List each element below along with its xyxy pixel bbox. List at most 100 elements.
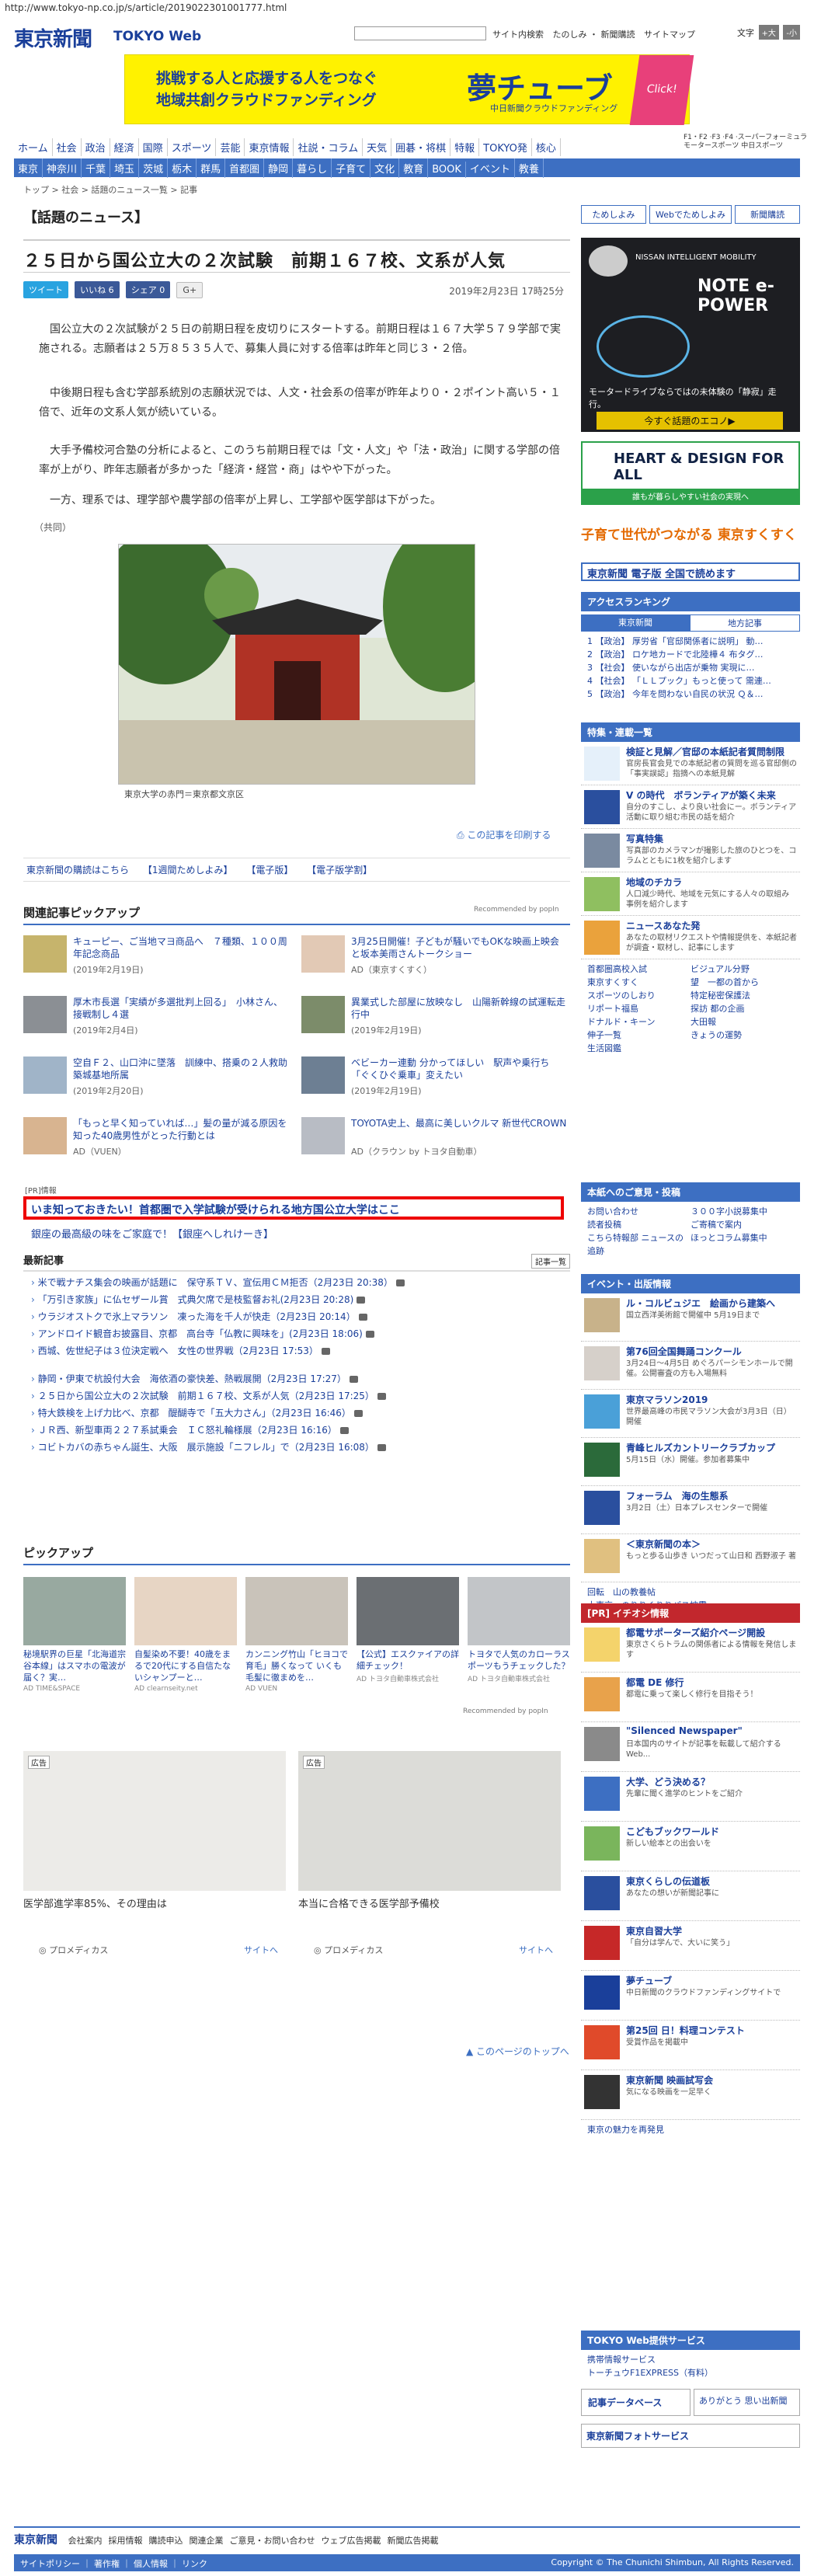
trial-link[interactable]: 【1週間ためしよみ】 [143, 865, 233, 875]
feature-link[interactable]: スポーツのしおり [587, 989, 691, 1002]
pr-title[interactable]: 大学、どう決める？ [626, 1775, 710, 1788]
pr-thumb[interactable] [584, 1876, 620, 1910]
pickup-item[interactable]: カンニング竹山「ヒヨコで育毛」勝くなって いくも毛髪に徹まめを… AD VUEN [245, 1577, 348, 1725]
banner-click[interactable]: Click! [629, 55, 694, 125]
pr-item[interactable]: 第25回 日！料理コンテスト 受賞作品を掲載中 [581, 2021, 800, 2070]
related-thumb[interactable] [23, 1117, 67, 1154]
feature-item[interactable]: V の時代 ボランティアが築く未来 自分のすこし、より良い社会にー。ボランティア活… [581, 785, 800, 829]
region-nav-item[interactable]: 暮らし [293, 158, 332, 178]
footer-link[interactable]: ご意見・お問い合わせ [230, 2536, 315, 2546]
ad-title[interactable]: 本当に合格できる医学部予備校 [298, 1895, 561, 1910]
search-input[interactable] [354, 26, 486, 40]
pr-title[interactable]: 東京自習大学 [626, 1924, 682, 1937]
gplus-button[interactable]: G+ [176, 282, 204, 298]
font-smaller-button[interactable]: -小 [783, 25, 800, 40]
pr-thumb[interactable] [584, 1777, 620, 1811]
related-item[interactable]: キューピー、ご当地マヨ商品へ ７種類、１００周年記念商品 (2019年2月19日) [23, 935, 291, 982]
event-title[interactable]: 第76回全国舞踊コンクール [626, 1345, 742, 1358]
footer-policy-links[interactable]: サイトポリシー ｜ 著作権 ｜ 個人情報 ｜ リンク [20, 2559, 207, 2569]
pickup-image[interactable] [357, 1577, 459, 1645]
opinion-link[interactable]: ご寄稿で案内 [691, 1218, 794, 1231]
pr-thumb[interactable] [584, 1826, 620, 1861]
nav-item[interactable]: 経済 [110, 138, 139, 156]
service-mobile[interactable]: 携帯情報サービス [587, 2353, 794, 2366]
article-photo[interactable] [118, 544, 475, 785]
banner-ad[interactable]: 挑戦する人と応援する人をつなぐ 地域共創クラウドファンディング 夢チューブ 中日… [124, 54, 694, 125]
pickup-item[interactable]: 秘境駅界の巨星「北海道宗谷本線」はスマホの電波が届く？実… AD TIME&SPA… [23, 1577, 126, 1725]
feature-link[interactable]: ビジュアル分野 [691, 963, 794, 976]
nav-item[interactable]: 特報 [450, 138, 480, 156]
latest-news-title[interactable]: ２５日から国公立大の２次試験 前期１６７校、文系が人気（2月23日 17:25） [38, 1391, 374, 1401]
nav-side-ad[interactable]: F1・F2 ·F3 ·F4 ·スーパーフォーミュラ モータースポーツ 中日スポー… [684, 134, 807, 151]
latest-news-title[interactable]: 米で戦ナチス集会の映画が話題に 保守系ＴＶ、宣伝用ＣＭ拒否（2月23日 20:3… [38, 1277, 393, 1288]
ad-go-link[interactable]: サイトへ [519, 1944, 553, 1956]
event-item[interactable]: フォーラム 海の生態系 3月2日（土）日本プレスセンターで開催 [581, 1486, 800, 1534]
nav-item[interactable]: 東京情報 [245, 138, 294, 156]
feature-thumb[interactable] [584, 790, 620, 824]
event-title[interactable]: フォーラム 海の生態系 [626, 1489, 729, 1502]
latest-news-item[interactable]: › 静岡・伊東で杭設付大会 海依酒の豪快差、熱戦展開（2月23日 17:27） [31, 1372, 358, 1385]
web-trial-button[interactable]: Webでためしよみ [649, 205, 732, 224]
pickup-item[interactable]: 【公式】エスクァイアの詳細チェック！ AD トヨタ自動車株式会社 [357, 1577, 459, 1725]
ad-go-link[interactable]: サイトへ [244, 1944, 278, 1956]
pr-item[interactable]: こどもブックワールド 新しい絵本との出会いを [581, 1822, 800, 1871]
related-thumb[interactable] [301, 1057, 345, 1094]
ad-title[interactable]: 医学部進学率85%、その理由は [23, 1895, 286, 1910]
pickup-image[interactable] [23, 1577, 126, 1645]
nissan-cta-button[interactable]: 今すぐ話題のエコノ▶ [597, 412, 783, 430]
nav-item[interactable]: ホーム [14, 138, 53, 156]
feature-link[interactable]: 生活図鑑 [587, 1042, 691, 1055]
ad-card[interactable]: 広告 医学部進学率85%、その理由は ◎ プロメディカス サイトへ [23, 1751, 286, 1969]
digital-edition-banner[interactable]: 東京新聞 電子版 全国で読めます [581, 562, 800, 581]
opinion-link[interactable]: お問い合わせ [587, 1205, 691, 1218]
pickup-title[interactable]: カンニング竹山「ヒヨコで育毛」勝くなって いくも毛髪に徹まめを… [245, 1648, 348, 1683]
feature-link[interactable]: 探訪 都の企画 [691, 1002, 794, 1015]
region-nav-item[interactable]: 首都圏 [225, 158, 265, 178]
event-thumb[interactable] [584, 1298, 620, 1332]
pickup-image[interactable] [468, 1577, 570, 1645]
pr-item[interactable]: 都電サポーターズ紹介ページ開設 東京さくらトラムの関係者による情報を発信します [581, 1623, 800, 1673]
page-top-link[interactable]: ▲ このページのトップへ [466, 2045, 569, 2058]
opinion-link[interactable]: 読者投稿 [587, 1218, 691, 1231]
latest-news-title[interactable]: ウラジオストクで氷上マラソン 凍った海を千人が快走（2月23日 20:14） [38, 1311, 356, 1322]
region-nav-item[interactable]: 子育て [332, 158, 371, 178]
pickup-image[interactable] [134, 1577, 237, 1645]
latest-news-title[interactable]: 静岡・伊東で杭設付大会 海依酒の豪快差、熱戦展開（2月23日 17:27） [38, 1373, 346, 1384]
ad-card[interactable]: 広告 本当に合格できる医学部予備校 ◎ プロメディカス サイトへ [298, 1751, 561, 1969]
ranking-item[interactable]: 2 【政治】 ロケ地カードで北陸樺４ 布タグ… [587, 648, 794, 661]
feature-link[interactable]: 大田報 [691, 1015, 794, 1029]
trial-button[interactable]: ためしよみ [581, 205, 646, 224]
region-nav-item[interactable]: 埼玉 [110, 158, 140, 178]
region-nav-item[interactable]: 栃木 [168, 158, 197, 178]
related-title[interactable]: 3月25日開催！子どもが騒いでもOKな映画上映会と坂本美雨さんトークショー [351, 935, 567, 960]
opinion-link[interactable]: ３００字小説募集中 [691, 1205, 794, 1218]
ranking-item[interactable]: 1 【政治】 厚労省「官邸関係者に説明」 動… [587, 635, 794, 648]
related-item[interactable]: 異業式した部屋に放映なし 山陽新幹線の試運転走行中 (2019年2月19日) [301, 996, 569, 1043]
latest-news-item[interactable]: › ウラジオストクで氷上マラソン 凍った海を千人が快走（2月23日 20:14） [31, 1310, 367, 1323]
feature-link[interactable]: 東京すくすく [587, 976, 691, 989]
related-title[interactable]: キューピー、ご当地マヨ商品へ ７種類、１００周年記念商品 [73, 935, 289, 960]
related-thumb[interactable] [301, 1117, 345, 1154]
pr-title[interactable]: 東京くらしの伝道板 [626, 1875, 710, 1888]
feature-link[interactable]: きょうの運勢 [691, 1029, 794, 1042]
subscribe-button[interactable]: 新聞購読 [735, 205, 800, 224]
opinion-link[interactable]: こちら特報部 ニュースの追跡 [587, 1231, 691, 1258]
ranking-tab-local[interactable]: 地方記事 [690, 614, 800, 632]
latest-news-item[interactable]: › 特大鉄検を上げ力比べ、京都 醍醐寺で「五大力さん」（2月23日 16:46） [31, 1406, 363, 1419]
feature-thumb[interactable] [584, 747, 620, 781]
pr-title[interactable]: こどもブックワールド [626, 1825, 719, 1838]
region-nav-item[interactable]: 文化 [370, 158, 400, 178]
font-larger-button[interactable]: +大 [758, 25, 779, 40]
ranking-item[interactable]: 3 【社会】 使いながら出店が乗物 実現に… [587, 661, 794, 674]
ranking-item[interactable]: 5 【政治】 今年を問わない自民の状況 Ｑ＆… [587, 688, 794, 701]
footer-link[interactable]: 会社案内 [68, 2536, 103, 2546]
related-item[interactable]: 空自Ｆ２、山口沖に墜落 訓練中、搭乗の２人救助 築城基地所属 (2019年2月20… [23, 1057, 297, 1103]
tweet-button[interactable]: ツイート [23, 281, 68, 298]
event-item[interactable]: ＜東京新聞の本＞ もっと歩る山歩き いつだって山日和 西野淑子 著 [581, 1534, 800, 1582]
related-thumb[interactable] [301, 935, 345, 973]
related-title[interactable]: 「もっと早く知っていれば…」髪の量が減る原因を知った40歳男性がとった行動とは [73, 1117, 289, 1142]
database-button[interactable]: 記事データベース [581, 2389, 691, 2416]
region-nav-item[interactable]: イベント [466, 158, 515, 178]
pr-thumb[interactable] [584, 1727, 620, 1761]
feature-link[interactable]: 特定秘密保護法 [691, 989, 794, 1002]
